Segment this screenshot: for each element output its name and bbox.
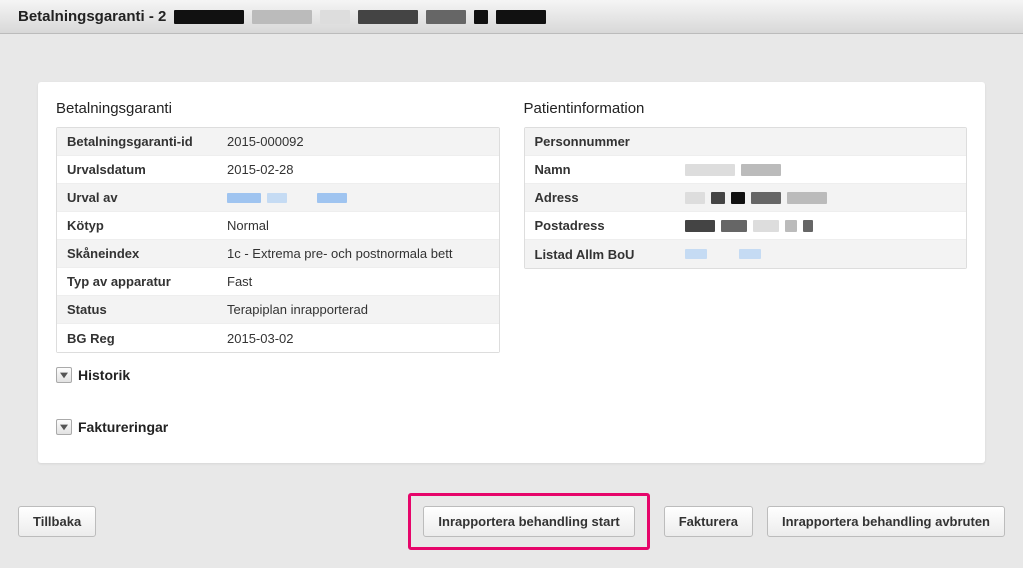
guarantee-table: Betalningsgaranti-id 2015-000092 Urvalsd… bbox=[56, 127, 500, 353]
title-bar: Betalningsgaranti - 2 bbox=[0, 0, 1023, 34]
redacted-block bbox=[721, 220, 747, 232]
row-label: Betalningsgaranti-id bbox=[57, 129, 217, 154]
invoice-button[interactable]: Fakturera bbox=[664, 506, 753, 537]
main-card: Betalningsgaranti Betalningsgaranti-id 2… bbox=[38, 82, 985, 463]
history-expander[interactable]: Historik bbox=[56, 367, 500, 383]
table-row: Adress bbox=[525, 184, 967, 212]
row-label: Postadress bbox=[525, 213, 675, 238]
redacted-block bbox=[227, 193, 261, 203]
table-row: Skåneindex 1c - Extrema pre- och postnor… bbox=[57, 240, 499, 268]
content-area: Betalningsgaranti Betalningsgaranti-id 2… bbox=[0, 34, 1023, 481]
redacted-block bbox=[320, 10, 350, 24]
table-row: Status Terapiplan inrapporterad bbox=[57, 296, 499, 324]
row-value bbox=[217, 188, 499, 208]
table-row: Personnummer bbox=[525, 128, 967, 156]
table-row: Urvalsdatum 2015-02-28 bbox=[57, 156, 499, 184]
row-label: Typ av apparatur bbox=[57, 269, 217, 294]
report-treatment-abort-button[interactable]: Inrapportera behandling avbruten bbox=[767, 506, 1005, 537]
row-value: 2015-02-28 bbox=[217, 157, 499, 182]
row-label: Listad Allm BoU bbox=[525, 242, 675, 267]
redacted-block bbox=[741, 164, 781, 176]
row-value bbox=[675, 159, 967, 181]
triangle-down-icon bbox=[56, 419, 72, 435]
redacted-block bbox=[685, 164, 735, 176]
button-bar: Tillbaka Inrapportera behandling start F… bbox=[0, 481, 1023, 568]
guarantee-title: Betalningsgaranti bbox=[56, 100, 500, 117]
table-row: Betalningsgaranti-id 2015-000092 bbox=[57, 128, 499, 156]
row-value: Normal bbox=[217, 213, 499, 238]
redacted-block bbox=[785, 220, 797, 232]
row-value bbox=[675, 187, 967, 209]
title-prefix: Betalningsgaranti - 2 bbox=[18, 8, 166, 25]
redacted-block bbox=[174, 10, 244, 24]
redacted-block bbox=[711, 192, 725, 204]
row-label: Namn bbox=[525, 157, 675, 182]
highlight-frame: Inrapportera behandling start bbox=[408, 493, 649, 550]
row-label: Personnummer bbox=[525, 129, 675, 154]
redacted-block bbox=[317, 193, 347, 203]
redacted-block bbox=[426, 10, 466, 24]
row-value: Fast bbox=[217, 269, 499, 294]
patient-table: Personnummer Namn Adress bbox=[524, 127, 968, 269]
table-row: Namn bbox=[525, 156, 967, 184]
guarantee-column: Betalningsgaranti Betalningsgaranti-id 2… bbox=[56, 100, 500, 435]
back-button[interactable]: Tillbaka bbox=[18, 506, 96, 537]
redacted-block bbox=[753, 220, 779, 232]
redacted-block bbox=[685, 249, 707, 259]
redacted-block bbox=[685, 192, 705, 204]
invoicing-expander[interactable]: Faktureringar bbox=[56, 419, 500, 435]
table-row: Typ av apparatur Fast bbox=[57, 268, 499, 296]
row-label: Urval av bbox=[57, 185, 217, 210]
row-value: 2015-000092 bbox=[217, 129, 499, 154]
redacted-block bbox=[496, 10, 546, 24]
row-label: Kötyp bbox=[57, 213, 217, 238]
redacted-block bbox=[685, 220, 715, 232]
table-row: Listad Allm BoU bbox=[525, 240, 967, 268]
row-value bbox=[675, 137, 967, 147]
redacted-block bbox=[787, 192, 827, 204]
redacted-block bbox=[474, 10, 488, 24]
patient-title: Patientinformation bbox=[524, 100, 968, 117]
row-label: Status bbox=[57, 297, 217, 322]
triangle-down-icon bbox=[56, 367, 72, 383]
row-label: BG Reg bbox=[57, 326, 217, 351]
row-label: Urvalsdatum bbox=[57, 157, 217, 182]
table-row: Urval av bbox=[57, 184, 499, 212]
redacted-block bbox=[358, 10, 418, 24]
invoicing-label: Faktureringar bbox=[78, 419, 168, 435]
row-value: 2015-03-02 bbox=[217, 326, 499, 351]
report-treatment-start-button[interactable]: Inrapportera behandling start bbox=[423, 506, 634, 537]
table-row: Postadress bbox=[525, 212, 967, 240]
history-label: Historik bbox=[78, 367, 130, 383]
redacted-block bbox=[739, 249, 761, 259]
row-value bbox=[675, 215, 967, 237]
table-row: Kötyp Normal bbox=[57, 212, 499, 240]
redacted-block bbox=[731, 192, 745, 204]
row-label: Skåneindex bbox=[57, 241, 217, 266]
redacted-block bbox=[252, 10, 312, 24]
row-value: Terapiplan inrapporterad bbox=[217, 297, 499, 322]
redacted-block bbox=[267, 193, 287, 203]
row-value: 1c - Extrema pre- och postnormala bett bbox=[217, 241, 499, 266]
row-label: Adress bbox=[525, 185, 675, 210]
redacted-block bbox=[803, 220, 813, 232]
patient-column: Patientinformation Personnummer Namn bbox=[524, 100, 968, 435]
redacted-block bbox=[751, 192, 781, 204]
row-value bbox=[675, 244, 967, 264]
table-row: BG Reg 2015-03-02 bbox=[57, 324, 499, 352]
